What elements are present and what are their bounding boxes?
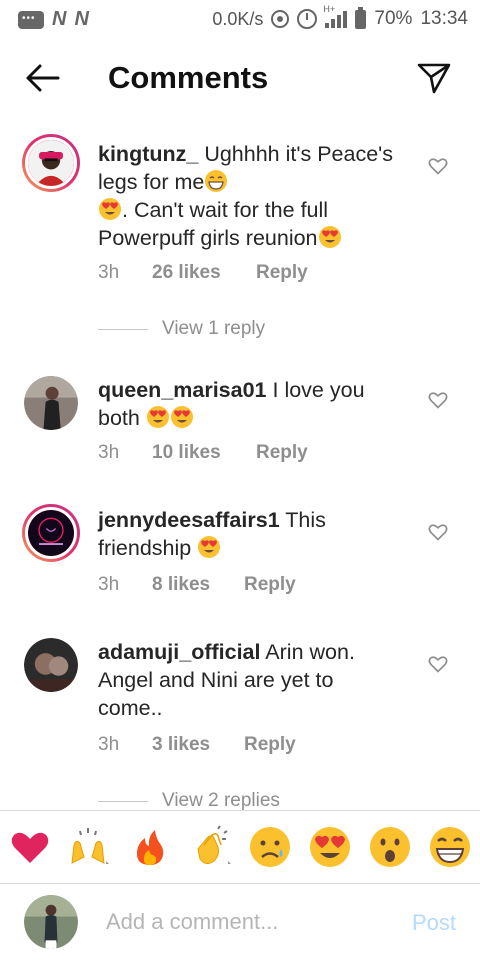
comment-meta: 3h 26 likes Reply: [98, 262, 308, 284]
avatar-photo: [24, 895, 78, 949]
comment-time: 3h: [98, 574, 120, 595]
comment-username[interactable]: adamuji_official: [98, 640, 261, 664]
back-button[interactable]: [24, 62, 60, 94]
comment-time: 3h: [98, 734, 120, 755]
comment-meta: 3h 3 likes Reply: [98, 734, 296, 756]
status-bar-left: N N: [18, 8, 89, 31]
comment-username[interactable]: queen_marisa01: [98, 378, 267, 402]
grinning-face-icon: [204, 169, 228, 193]
heart-eyes-icon: [146, 405, 170, 429]
comment-text: jennydeesaffairs1 This friendship: [98, 506, 403, 562]
view-replies-button[interactable]: View 1 reply: [98, 318, 265, 340]
my-avatar: [24, 895, 78, 949]
view-replies-label: View 1 reply: [162, 318, 266, 339]
comment-likes[interactable]: 10 likes: [152, 442, 256, 464]
battery-icon: [355, 6, 367, 29]
reply-button[interactable]: Reply: [256, 442, 308, 464]
network-speed: 0.0K/s: [212, 8, 264, 29]
hotspot-icon: [271, 10, 290, 28]
surprised-face-icon[interactable]: [368, 825, 412, 869]
quick-reactions-bar: [0, 810, 480, 884]
alarm-icon: [297, 9, 318, 29]
grinning-face-icon[interactable]: [428, 825, 472, 869]
like-button[interactable]: [428, 156, 448, 176]
page-title: Comments: [108, 60, 269, 95]
avatar-photo: [24, 638, 78, 692]
network-type: H+: [323, 4, 336, 14]
battery-level: 70%: [374, 8, 413, 29]
comment-meta: 3h 10 likes Reply: [98, 442, 308, 464]
avatar-photo: [28, 510, 74, 556]
comment-likes[interactable]: 3 likes: [152, 734, 244, 756]
heart-outline-icon: [428, 656, 448, 673]
reply-button[interactable]: Reply: [244, 574, 296, 596]
comment-meta: 3h 8 likes Reply: [98, 574, 296, 596]
red-heart-icon[interactable]: [8, 825, 52, 869]
avatar-photo: [24, 376, 78, 430]
comment-time: 3h: [98, 262, 120, 283]
heart-outline-icon: [428, 524, 448, 541]
view-replies-label: View 2 replies: [162, 790, 280, 811]
avatar-photo: [28, 140, 74, 186]
fire-icon[interactable]: [128, 825, 172, 869]
divider-line: [98, 328, 148, 330]
heart-eyes-icon: [318, 225, 342, 249]
comment-time: 3h: [98, 442, 120, 463]
arrow-left-icon: [26, 64, 60, 92]
comment-text: queen_marisa01 I love you both: [98, 376, 403, 432]
header: Comments: [0, 38, 480, 122]
signal-icon: H+: [323, 4, 348, 28]
like-button[interactable]: [428, 654, 448, 674]
sad-face-icon[interactable]: [248, 825, 292, 869]
status-bar-right: 0.0K/s H+ 70% 13:34: [212, 4, 468, 30]
avatar[interactable]: [24, 638, 78, 692]
avatar[interactable]: [24, 376, 78, 430]
raising-hands-icon[interactable]: [66, 825, 110, 869]
heart-outline-icon: [428, 158, 448, 175]
comment-likes[interactable]: 26 likes: [152, 262, 256, 284]
clock: 13:34: [420, 8, 468, 29]
divider-line: [98, 800, 148, 802]
reply-button[interactable]: Reply: [256, 262, 308, 284]
heart-eyes-icon: [170, 405, 194, 429]
status-bar: N N 0.0K/s H+ 70% 13:34: [0, 0, 480, 38]
comment-composer: Post: [0, 884, 480, 960]
avatar[interactable]: [22, 134, 80, 192]
comment-text: adamuji_official Arin won. Angel and Nin…: [98, 638, 403, 722]
message-icon: [18, 10, 44, 29]
heart-eyes-icon[interactable]: [308, 825, 352, 869]
heart-eyes-icon: [98, 197, 122, 221]
reply-button[interactable]: Reply: [244, 734, 296, 756]
comment-username[interactable]: kingtunz_: [98, 142, 198, 166]
share-button[interactable]: [416, 60, 452, 96]
post-button[interactable]: Post: [412, 910, 456, 936]
n-notification-icon: N: [74, 8, 89, 30]
comment-input[interactable]: [106, 906, 386, 938]
comment-username[interactable]: jennydeesaffairs1: [98, 508, 280, 532]
clapping-hands-icon[interactable]: [188, 825, 232, 869]
paper-plane-icon: [417, 63, 451, 94]
heart-outline-icon: [428, 392, 448, 409]
comment-text: kingtunz_ Ughhhh it's Peace's legs for m…: [98, 140, 403, 252]
heart-eyes-icon: [197, 535, 221, 559]
avatar[interactable]: [22, 504, 80, 562]
like-button[interactable]: [428, 522, 448, 542]
comment-likes[interactable]: 8 likes: [152, 574, 244, 596]
comment-message: . Can't wait for the full Powerpuff girl…: [98, 198, 329, 250]
view-replies-button[interactable]: View 2 replies: [98, 790, 280, 812]
like-button[interactable]: [428, 390, 448, 410]
n-notification-icon: N: [52, 8, 67, 30]
